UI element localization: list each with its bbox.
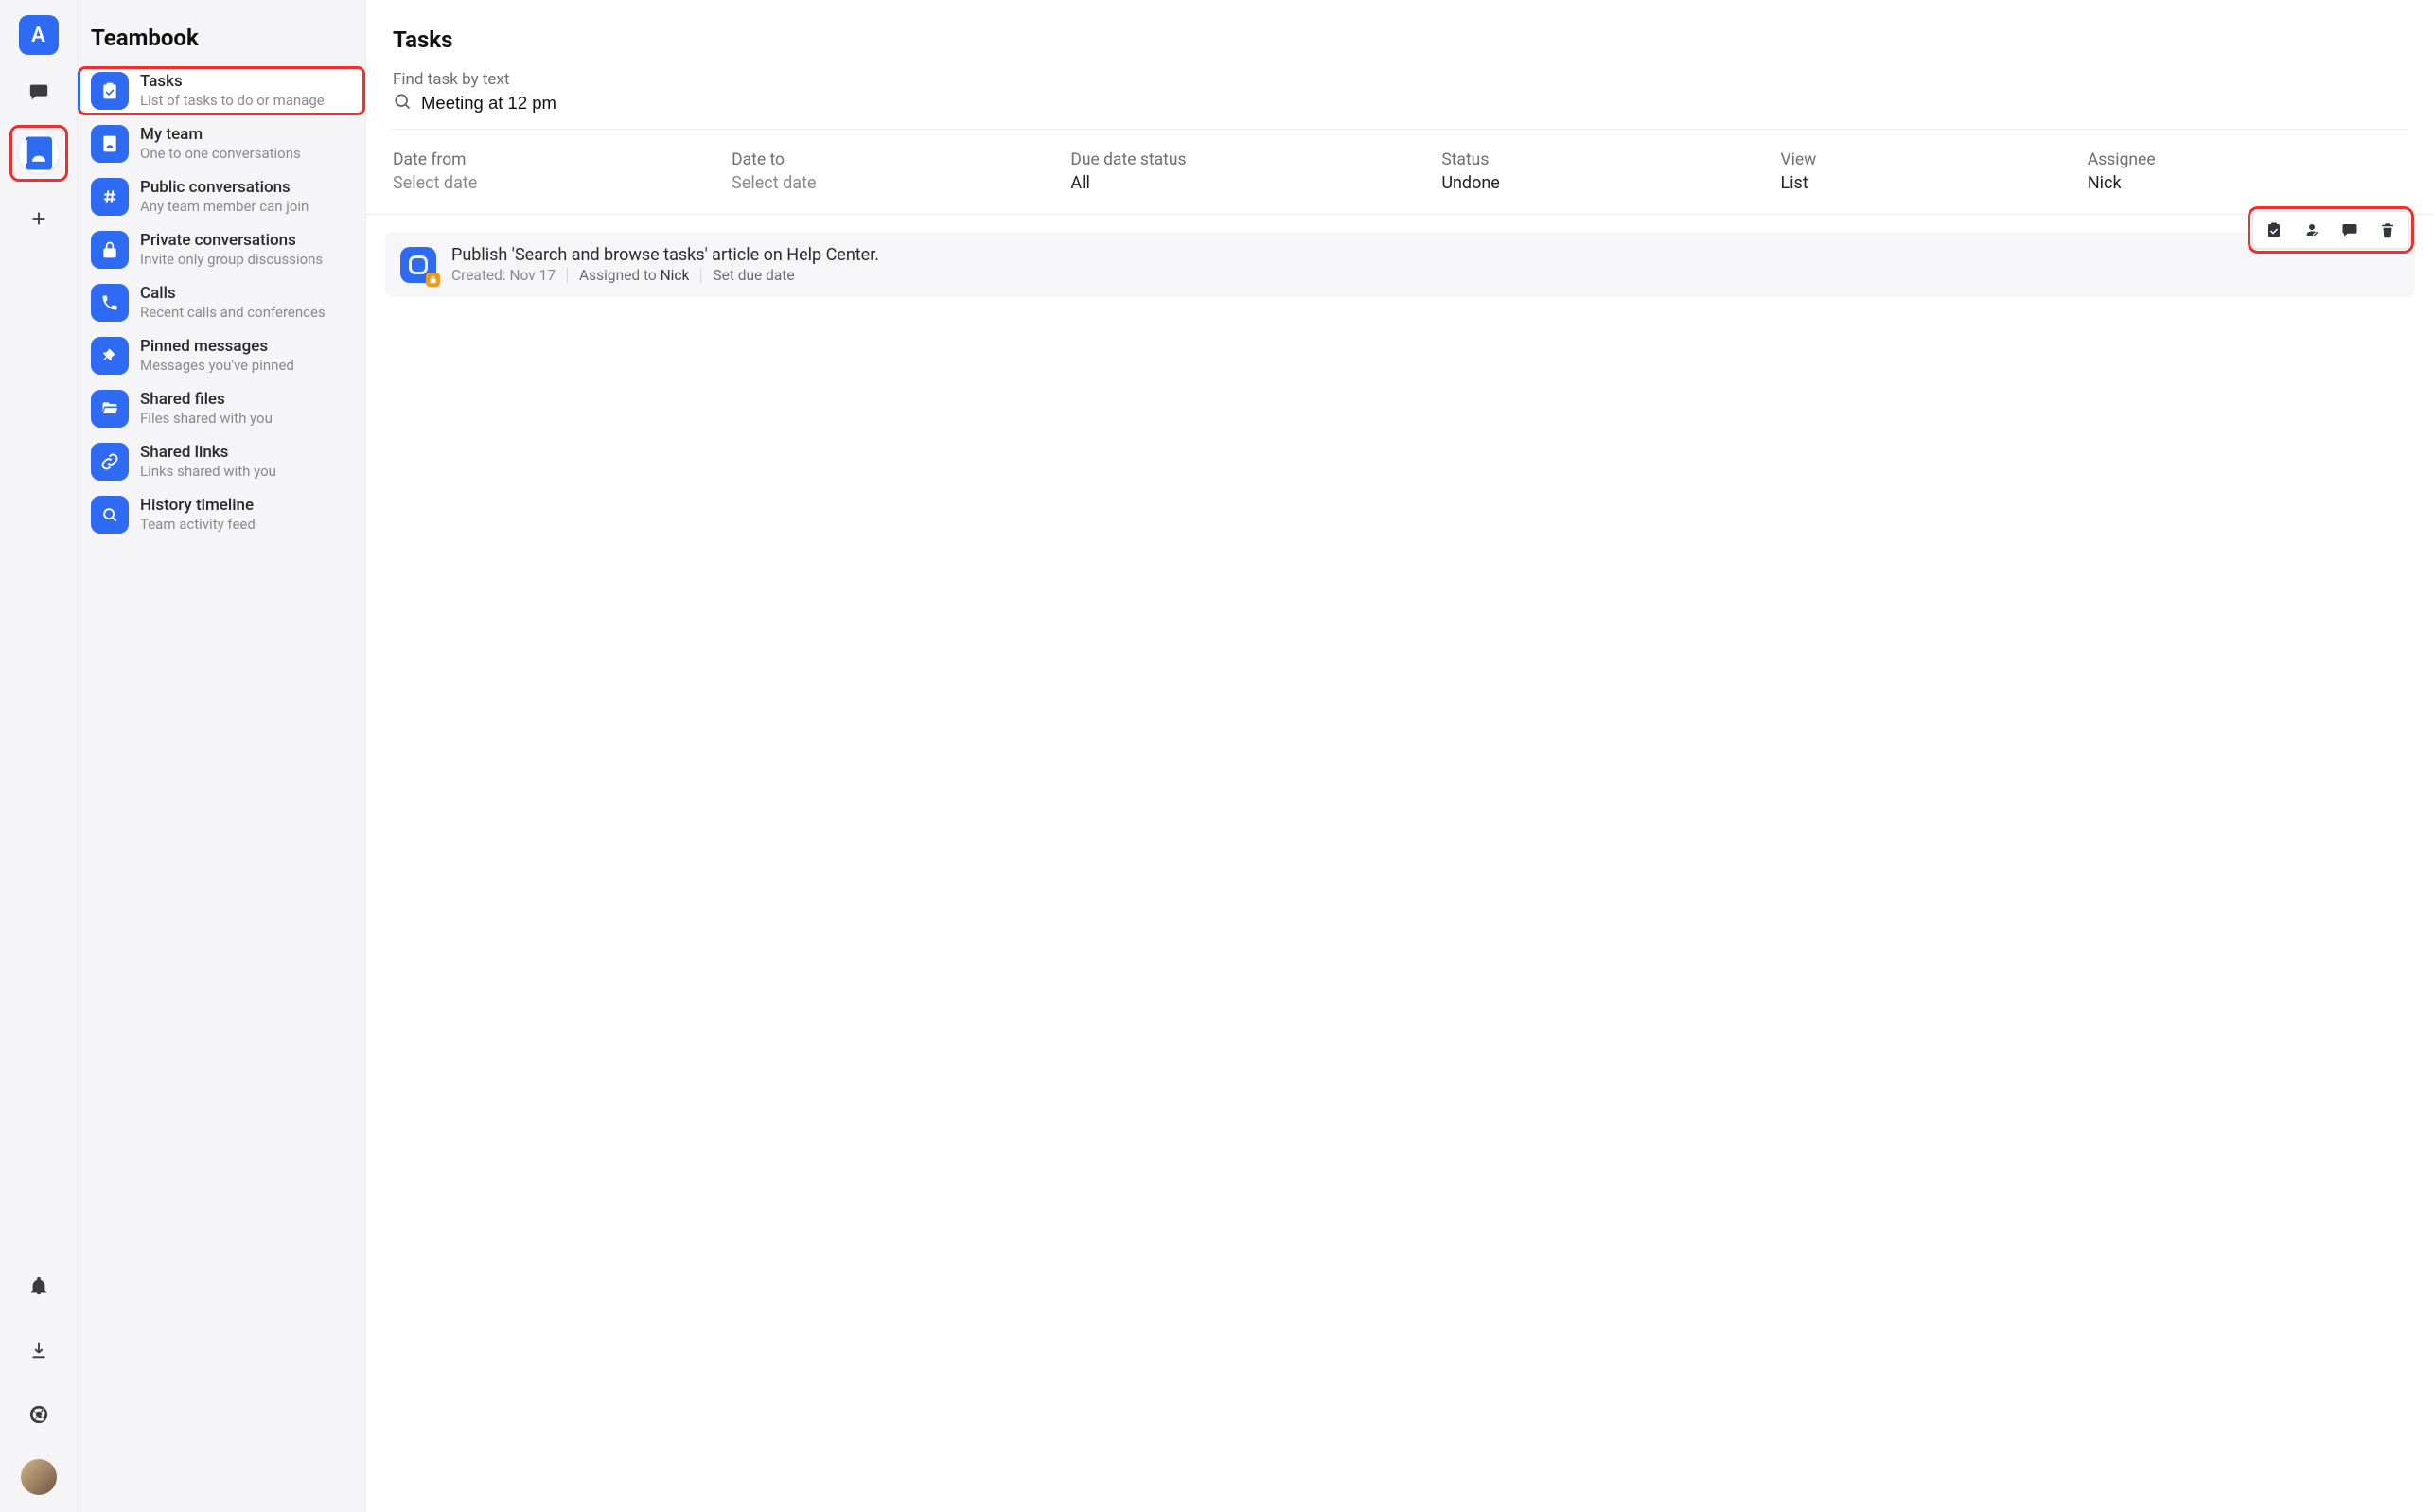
filter-label: Due date status <box>1070 150 1422 169</box>
sidebar-item-label: Shared links <box>140 443 276 463</box>
sidebar-item-label: Shared files <box>140 390 273 410</box>
filter-label: View <box>1780 150 2068 169</box>
search-icon <box>393 92 412 114</box>
sidebar-list: Tasks List of tasks to do or manage My t… <box>78 66 365 539</box>
clipboard-check-icon <box>91 72 129 110</box>
sidebar-title: Teambook <box>78 25 365 66</box>
filter-value[interactable]: All <box>1070 173 1422 193</box>
sidebar: Teambook Tasks List of tasks to do or ma… <box>78 0 366 1512</box>
icon-rail: A <box>0 0 78 1512</box>
task-list: Publish 'Search and browse tasks' articl… <box>366 215 2434 314</box>
sidebar-item-subtitle: Any team member can join <box>140 198 309 216</box>
sidebar-item-public-conversations[interactable]: Public conversations Any team member can… <box>78 172 365 221</box>
filter-label: Date from <box>393 150 713 169</box>
task-meta: Created: Nov 17 Assigned to Nick Set due… <box>451 267 879 284</box>
rail-contacts-icon[interactable] <box>19 133 59 173</box>
address-book-icon <box>91 125 129 163</box>
filter-value[interactable]: Select date <box>393 173 713 193</box>
page-title: Tasks <box>393 26 2408 53</box>
link-icon <box>91 443 129 481</box>
sidebar-item-label: Pinned messages <box>140 337 294 357</box>
task-created: Created: Nov 17 <box>451 267 556 284</box>
sidebar-item-label: History timeline <box>140 496 256 516</box>
hash-icon <box>91 178 129 216</box>
filter-label: Assignee <box>2088 150 2408 169</box>
sidebar-item-tasks[interactable]: Tasks List of tasks to do or manage <box>78 66 365 115</box>
phone-icon <box>91 284 129 322</box>
sidebar-item-subtitle: Invite only group discussions <box>140 251 323 269</box>
sidebar-item-subtitle: Links shared with you <box>140 463 276 481</box>
separator <box>700 268 701 283</box>
sidebar-item-subtitle: Messages you've pinned <box>140 357 294 375</box>
sidebar-item-shared-files[interactable]: Shared files Files shared with you <box>78 384 365 433</box>
main-header: Tasks Find task by text <box>366 0 2434 130</box>
task-actions-toolbar <box>2252 211 2409 249</box>
sidebar-item-subtitle: List of tasks to do or manage <box>140 92 325 110</box>
search-label: Find task by text <box>393 70 2408 89</box>
main: Tasks Find task by text Date from Select… <box>366 0 2434 1512</box>
sidebar-item-subtitle: Files shared with you <box>140 410 273 428</box>
pin-icon <box>91 337 129 375</box>
search-block: Find task by text <box>393 70 2408 115</box>
task-row[interactable]: Publish 'Search and browse tasks' articl… <box>385 232 2415 297</box>
sidebar-item-label: Tasks <box>140 72 325 92</box>
filter-date-from[interactable]: Date from Select date <box>393 150 713 193</box>
filter-value[interactable]: Nick <box>2088 173 2408 193</box>
task-set-due-date[interactable]: Set due date <box>713 267 794 284</box>
filter-assignee[interactable]: Assignee Nick <box>2088 150 2408 193</box>
filters-bar: Date from Select date Date to Select dat… <box>366 130 2434 215</box>
sidebar-item-calls[interactable]: Calls Recent calls and conferences <box>78 278 365 327</box>
folder-open-icon <box>91 390 129 428</box>
filter-value[interactable]: List <box>1780 173 2068 193</box>
sidebar-item-label: Public conversations <box>140 178 309 198</box>
sidebar-item-label: Private conversations <box>140 231 323 251</box>
task-title: Publish 'Search and browse tasks' articl… <box>451 245 879 265</box>
sidebar-item-subtitle: One to one conversations <box>140 145 301 163</box>
rail-chat-icon[interactable] <box>19 72 59 112</box>
rail-help-icon[interactable] <box>19 1395 59 1434</box>
sidebar-item-label: Calls <box>140 284 326 304</box>
user-avatar[interactable] <box>21 1459 57 1495</box>
rail-contacts-highlight <box>9 125 68 182</box>
lock-badge-icon <box>426 273 440 287</box>
comment-button[interactable] <box>2331 216 2369 244</box>
filter-date-to[interactable]: Date to Select date <box>732 150 1051 193</box>
sidebar-item-my-team[interactable]: My team One to one conversations <box>78 119 365 168</box>
mark-done-button[interactable] <box>2255 216 2293 244</box>
search-input[interactable] <box>421 91 800 115</box>
filter-status[interactable]: Status Undone <box>1441 150 1761 193</box>
task-assigned-to[interactable]: Assigned to Nick <box>579 267 689 284</box>
sidebar-item-history-timeline[interactable]: History timeline Team activity feed <box>78 490 365 539</box>
delete-button[interactable] <box>2369 216 2407 244</box>
filter-label: Status <box>1441 150 1761 169</box>
sidebar-item-shared-links[interactable]: Shared links Links shared with you <box>78 437 365 486</box>
sidebar-item-pinned-messages[interactable]: Pinned messages Messages you've pinned <box>78 331 365 380</box>
rail-download-icon[interactable] <box>19 1330 59 1370</box>
separator <box>567 268 568 283</box>
filter-view[interactable]: View List <box>1780 150 2068 193</box>
app-badge[interactable]: A <box>19 15 59 55</box>
filter-label: Date to <box>732 150 1051 169</box>
sidebar-item-label: My team <box>140 125 301 145</box>
rail-bell-icon[interactable] <box>19 1266 59 1306</box>
filter-value[interactable]: Undone <box>1441 173 1761 193</box>
task-avatar <box>400 247 436 283</box>
filter-due-date-status[interactable]: Due date status All <box>1070 150 1422 193</box>
sidebar-item-private-conversations[interactable]: Private conversations Invite only group … <box>78 225 365 274</box>
sidebar-item-subtitle: Team activity feed <box>140 516 256 534</box>
assign-button[interactable] <box>2293 216 2331 244</box>
sidebar-item-subtitle: Recent calls and conferences <box>140 304 326 322</box>
rail-add-icon[interactable] <box>19 199 59 238</box>
lock-icon <box>91 231 129 269</box>
filter-value[interactable]: Select date <box>732 173 1051 193</box>
magnifier-icon <box>91 496 129 534</box>
